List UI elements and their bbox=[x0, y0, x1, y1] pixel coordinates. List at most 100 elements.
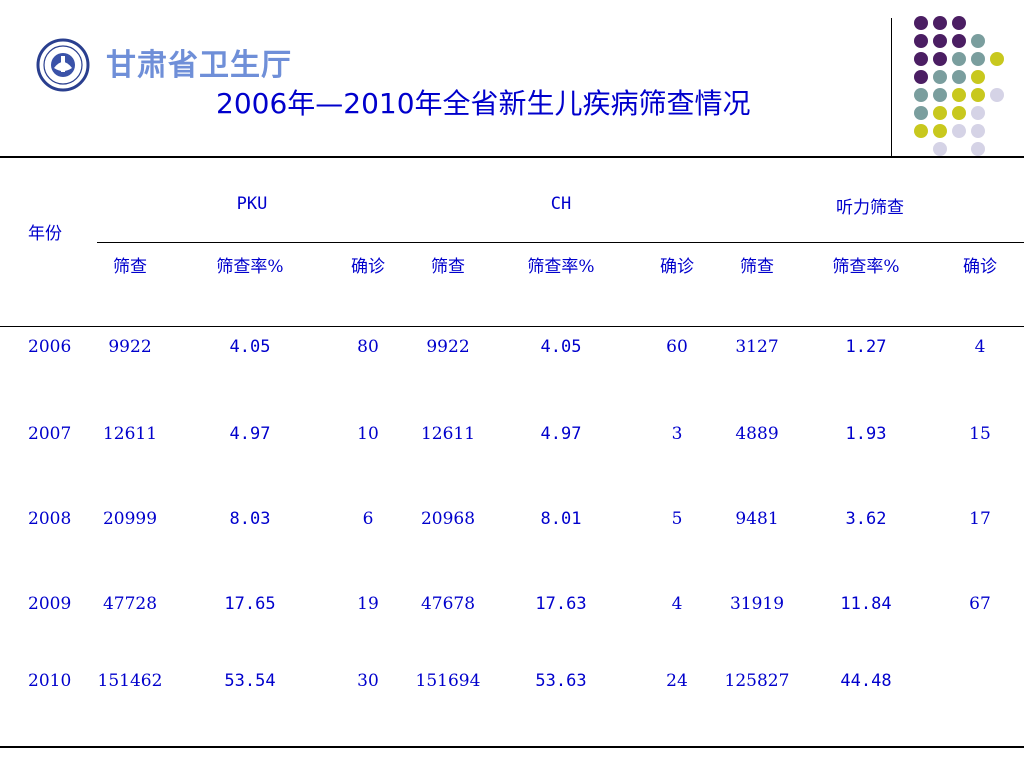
decorative-dot bbox=[971, 142, 985, 156]
decorative-dot bbox=[933, 106, 947, 120]
table-cell-pku-rate: 4.97 bbox=[229, 424, 271, 444]
decorative-dot bbox=[933, 70, 947, 84]
table-cell-ch-confirmed: 5 bbox=[671, 509, 683, 529]
table-cell-pku-screened: 151462 bbox=[97, 671, 163, 691]
decorative-dot bbox=[952, 106, 966, 120]
table-cell-pku-screened: 9922 bbox=[108, 337, 152, 357]
table-cell-ch-confirmed: 3 bbox=[671, 424, 683, 444]
header-bottom-rule bbox=[0, 326, 1024, 327]
page-title: 2006年—2010年全省新生儿疾病筛查情况 bbox=[216, 87, 751, 120]
decorative-dot bbox=[990, 52, 1004, 66]
group-divider-rule bbox=[97, 242, 1024, 243]
year-cell: 2010 bbox=[28, 671, 72, 691]
decorative-dot bbox=[914, 16, 928, 30]
table-cell-ch-rate: 8.01 bbox=[540, 509, 582, 529]
table-cell-hearing-screened: 125827 bbox=[724, 671, 790, 691]
table-cell-pku-rate: 8.03 bbox=[229, 509, 271, 529]
table-bottom-rule bbox=[0, 746, 1024, 748]
decorative-dot bbox=[914, 70, 928, 84]
table-cell-hearing-screened: 31919 bbox=[729, 594, 785, 614]
subheader-hearing-screened: 筛查 bbox=[740, 257, 774, 277]
table-cell-ch-confirmed: 60 bbox=[666, 337, 688, 357]
decorative-dot bbox=[971, 88, 985, 102]
decorative-dot bbox=[971, 106, 985, 120]
subheader-pku-confirmed: 确诊 bbox=[351, 257, 385, 277]
decorative-dot bbox=[971, 52, 985, 66]
decorative-dot-grid bbox=[905, 10, 1020, 160]
table-cell-pku-confirmed: 80 bbox=[357, 337, 379, 357]
table-cell-pku-confirmed: 19 bbox=[357, 594, 379, 614]
table-cell-hearing-screened: 9481 bbox=[735, 509, 779, 529]
table-cell-ch-rate: 4.97 bbox=[540, 424, 582, 444]
table-cell-ch-screened: 12611 bbox=[420, 424, 476, 444]
table-cell-pku-rate: 17.65 bbox=[224, 594, 276, 614]
decorative-dot bbox=[914, 124, 928, 138]
decorative-dot bbox=[990, 88, 1004, 102]
table-cell-pku-rate: 53.54 bbox=[224, 671, 276, 691]
table-cell-ch-screened: 9922 bbox=[426, 337, 470, 357]
decorative-dot bbox=[933, 142, 947, 156]
table-cell-ch-confirmed: 24 bbox=[666, 671, 688, 691]
table-cell-ch-rate: 53.63 bbox=[535, 671, 587, 691]
group-header-ch: CH bbox=[550, 194, 572, 214]
table-cell-hearing-screened: 3127 bbox=[735, 337, 779, 357]
decorative-dot bbox=[952, 16, 966, 30]
subheader-ch-screened: 筛查 bbox=[431, 257, 465, 277]
decorative-dot bbox=[952, 88, 966, 102]
table-cell-hearing-rate: 44.48 bbox=[840, 671, 892, 691]
table-cell-hearing-rate: 11.84 bbox=[840, 594, 892, 614]
table-cell-pku-confirmed: 30 bbox=[357, 671, 379, 691]
year-cell: 2008 bbox=[28, 509, 72, 529]
table-cell-pku-screened: 47728 bbox=[102, 594, 158, 614]
decorative-dot bbox=[971, 70, 985, 84]
decorative-dot bbox=[971, 124, 985, 138]
table-cell-pku-confirmed: 6 bbox=[362, 509, 374, 529]
header-divider bbox=[891, 18, 892, 156]
year-cell: 2006 bbox=[28, 337, 72, 357]
group-header-pku: PKU bbox=[236, 194, 268, 214]
decorative-dot bbox=[914, 106, 928, 120]
decorative-dot bbox=[933, 16, 947, 30]
decorative-dot bbox=[952, 124, 966, 138]
decorative-dot bbox=[914, 88, 928, 102]
health-department-logo bbox=[36, 38, 90, 92]
table-cell-hearing-confirmed: 17 bbox=[969, 509, 991, 529]
table-cell-ch-screened: 47678 bbox=[420, 594, 476, 614]
subheader-hearing-confirmed: 确诊 bbox=[963, 257, 997, 277]
table-cell-hearing-rate: 1.93 bbox=[845, 424, 887, 444]
decorative-dot bbox=[933, 52, 947, 66]
table-cell-hearing-confirmed: 15 bbox=[969, 424, 991, 444]
table-cell-ch-rate: 4.05 bbox=[540, 337, 582, 357]
group-header-hearing: 听力筛查 bbox=[836, 198, 904, 218]
table-cell-pku-rate: 4.05 bbox=[229, 337, 271, 357]
decorative-dot bbox=[952, 70, 966, 84]
table-cell-ch-screened: 151694 bbox=[415, 671, 481, 691]
table-cell-pku-confirmed: 10 bbox=[357, 424, 379, 444]
subheader-ch-confirmed: 确诊 bbox=[660, 257, 694, 277]
decorative-dot bbox=[952, 52, 966, 66]
decorative-dot bbox=[933, 34, 947, 48]
decorative-dot bbox=[952, 34, 966, 48]
decorative-dot bbox=[933, 88, 947, 102]
decorative-dot bbox=[971, 34, 985, 48]
table-cell-hearing-confirmed: 67 bbox=[969, 594, 991, 614]
year-column-header: 年份 bbox=[28, 224, 62, 244]
table-cell-ch-confirmed: 4 bbox=[671, 594, 683, 614]
table-cell-hearing-rate: 3.62 bbox=[845, 509, 887, 529]
subheader-pku-rate: 筛查率% bbox=[216, 257, 284, 277]
subheader-ch-rate: 筛查率% bbox=[527, 257, 595, 277]
table-cell-ch-rate: 17.63 bbox=[535, 594, 587, 614]
organization-name: 甘肃省卫生厅 bbox=[106, 48, 292, 83]
decorative-dot bbox=[914, 52, 928, 66]
year-cell: 2009 bbox=[28, 594, 72, 614]
table-cell-pku-screened: 12611 bbox=[102, 424, 158, 444]
subheader-pku-screened: 筛查 bbox=[113, 257, 147, 277]
table-cell-hearing-confirmed: 4 bbox=[974, 337, 986, 357]
decorative-dot bbox=[914, 34, 928, 48]
table-cell-ch-screened: 20968 bbox=[420, 509, 476, 529]
table-cell-hearing-rate: 1.27 bbox=[845, 337, 887, 357]
subheader-hearing-rate: 筛查率% bbox=[832, 257, 900, 277]
table-cell-pku-screened: 20999 bbox=[102, 509, 158, 529]
year-cell: 2007 bbox=[28, 424, 72, 444]
decorative-dot bbox=[933, 124, 947, 138]
